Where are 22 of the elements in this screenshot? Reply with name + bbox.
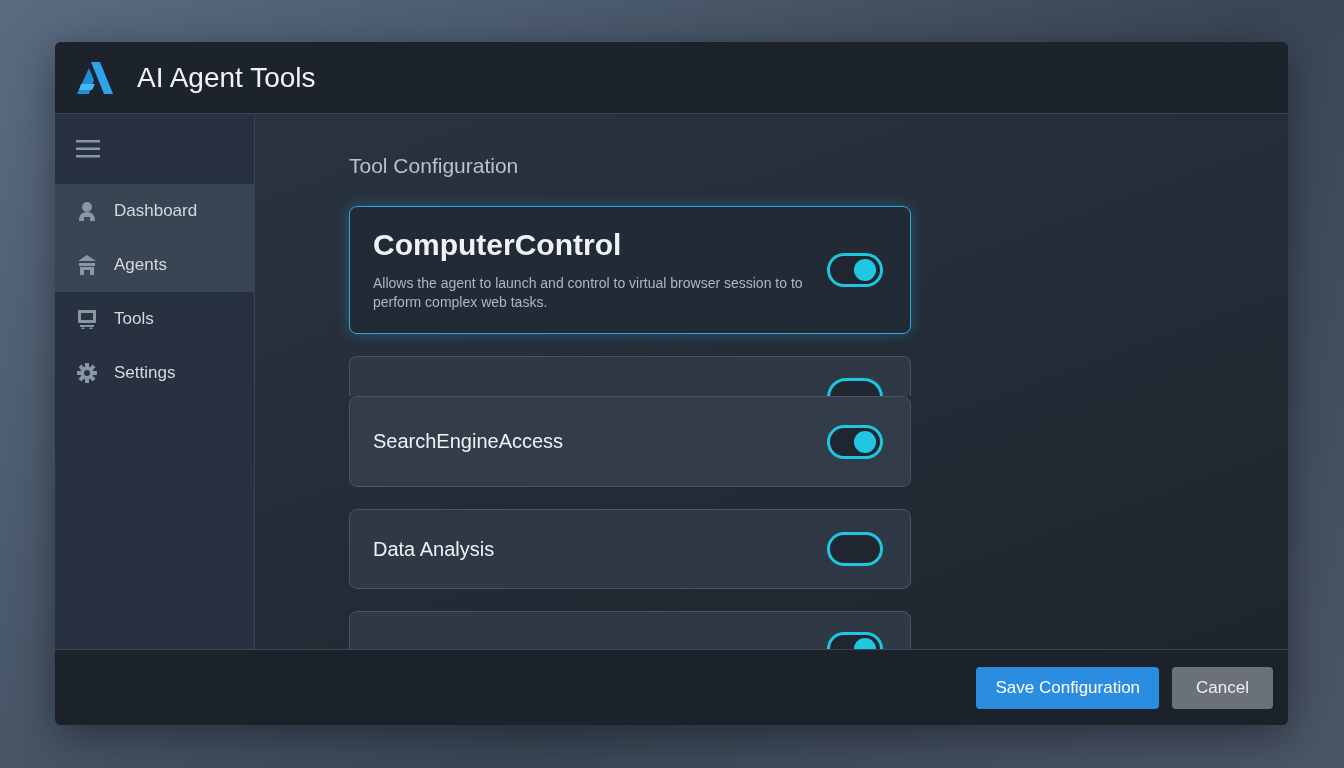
sidebar-item[interactable]: Tools [55, 292, 254, 346]
person-icon [77, 201, 97, 221]
menu-icon[interactable] [76, 139, 100, 159]
tool-description: Allows the agent to launch and control to virtual browser session to to perform complex web tasks. [373, 274, 804, 312]
tool-name: SearchEngineAccess [373, 430, 565, 453]
sidebar-item[interactable]: Dashboard [55, 184, 254, 238]
cancel-button[interactable]: Cancel [1172, 666, 1273, 709]
section-title: Tool Configuration [349, 154, 520, 178]
toggle-switch[interactable] [827, 253, 883, 287]
tool-name: ComputerControl [373, 228, 623, 262]
toggle-switch[interactable] [827, 424, 883, 459]
monitor-icon [77, 309, 97, 329]
window-title: AI Agent Tools [137, 61, 316, 94]
logo-icon [77, 61, 113, 94]
toggle-switch[interactable] [827, 532, 883, 566]
toggle-switch[interactable] [827, 378, 883, 396]
building-icon [77, 255, 97, 275]
sidebar-item[interactable]: Agents [55, 238, 254, 292]
tool-name: Data Analysis [373, 537, 496, 561]
settings-icon [77, 363, 97, 383]
sidebar-item[interactable]: Settings [55, 346, 254, 400]
save-button[interactable]: Save Configuration [976, 666, 1160, 709]
